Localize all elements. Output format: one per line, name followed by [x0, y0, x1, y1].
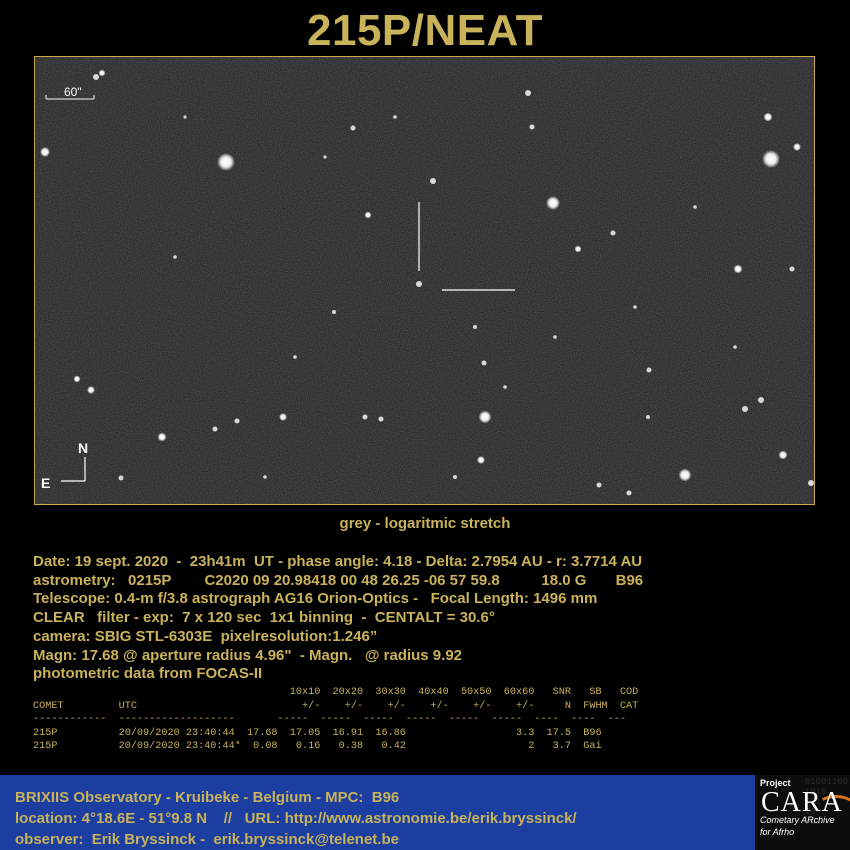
star: [758, 397, 764, 403]
star: [217, 153, 235, 171]
photometry-row-errors: 215P 20/09/2020 23:40:44* 0.08 0.16 0.38…: [33, 741, 602, 753]
star: [596, 482, 602, 488]
star: [808, 480, 814, 486]
star: [793, 143, 801, 151]
star: [157, 432, 167, 442]
star: [763, 112, 773, 122]
star: [234, 418, 240, 424]
star: [553, 335, 557, 339]
star: [478, 410, 492, 424]
star: [430, 178, 436, 184]
footer-location-url: location: 4°18.6E - 51°9.8 N // URL: htt…: [15, 810, 577, 827]
east-label: E: [41, 475, 50, 491]
star: [646, 415, 650, 419]
star: [633, 305, 637, 309]
star: [678, 468, 692, 482]
observation-info: Date: 19 sept. 2020 - 23h41m UT - phase …: [33, 553, 643, 684]
star: [733, 345, 737, 349]
star: [416, 281, 422, 287]
observatory-footer: BRIXIIS Observatory - Kruibeke - Belgium…: [0, 775, 850, 850]
info-line-telescope: Telescope: 0.4-m f/3.8 astrograph AG16 O…: [33, 590, 598, 608]
star: [481, 360, 487, 366]
star: [525, 90, 531, 96]
star: [626, 490, 632, 496]
info-line-date: Date: 19 sept. 2020 - 23h41m UT - phase …: [33, 553, 643, 570]
star: [73, 375, 81, 383]
scale-label: 60": [64, 85, 82, 99]
star: [733, 264, 743, 274]
star: [693, 205, 697, 209]
star: [546, 196, 560, 210]
star: [332, 310, 336, 314]
star: [183, 115, 187, 119]
star: [118, 475, 124, 481]
star: [453, 475, 457, 479]
cara-logo: 01001100 1010 011 10 011 Project CARA Co…: [755, 775, 850, 850]
star: [574, 245, 582, 253]
star: [279, 413, 287, 421]
image-caption: grey - logaritmic stretch: [339, 515, 511, 532]
comet-image: 60" N E: [34, 56, 815, 505]
star: [293, 355, 297, 359]
star: [40, 147, 50, 157]
logo-subtitle: Cometary ARchive: [760, 815, 835, 825]
photometry-header-1: 10x10 20x20 30x30 40x40 50x50 60x60 SNR …: [33, 687, 639, 698]
info-line-magnitude: Magn: 17.68 @ aperture radius 4.96" - Ma…: [33, 646, 463, 664]
star-field: 60" N E: [35, 57, 814, 504]
star: [762, 150, 780, 168]
info-line-filter: CLEAR filter - exp: 7 x 120 sec 1x1 binn…: [33, 609, 495, 627]
star: [212, 426, 218, 432]
star: [742, 406, 748, 412]
star: [477, 456, 485, 464]
star: [503, 385, 507, 389]
star: [789, 266, 795, 272]
star: [263, 475, 267, 479]
footer-observatory: BRIXIIS Observatory - Kruibeke - Belgium…: [15, 789, 400, 806]
star: [610, 230, 616, 236]
star: [93, 74, 99, 80]
star: [87, 386, 95, 394]
star: [778, 450, 788, 460]
info-line-photometric-source: photometric data from FOCAS-II: [33, 665, 263, 683]
north-label: N: [78, 440, 88, 456]
star: [646, 367, 652, 373]
page-title: 215P/NEAT: [307, 6, 543, 55]
logo-subtitle-2: for Afrho: [760, 827, 795, 837]
star: [393, 115, 397, 119]
star: [364, 211, 372, 219]
photometry-separator: ------------ ------------------- ----- -…: [33, 714, 627, 726]
star: [473, 325, 477, 329]
star: [529, 124, 535, 130]
photometry-header-2: COMET UTC +/- +/- +/- +/- +/- +/- N FWHM…: [33, 700, 639, 712]
photometry-row-magnitudes: 215P 20/09/2020 23:40:44 17.68 17.05 16.…: [33, 727, 602, 739]
info-line-astrometry: astrometry: 0215P C2020 09 20.98418 00 4…: [33, 571, 644, 589]
star: [362, 414, 368, 420]
star: [98, 69, 106, 77]
star: [323, 155, 327, 159]
star: [350, 125, 356, 131]
star: [173, 255, 177, 259]
footer-observer: observer: Erik Bryssinck - erik.bryssinc…: [15, 831, 399, 848]
star: [378, 416, 384, 422]
info-line-camera: camera: SBIG STL-6303E pixelresolution:1…: [33, 627, 378, 645]
photometry-table: 10x10 20x20 30x30 40x40 50x50 60x60 SNR …: [33, 686, 638, 754]
